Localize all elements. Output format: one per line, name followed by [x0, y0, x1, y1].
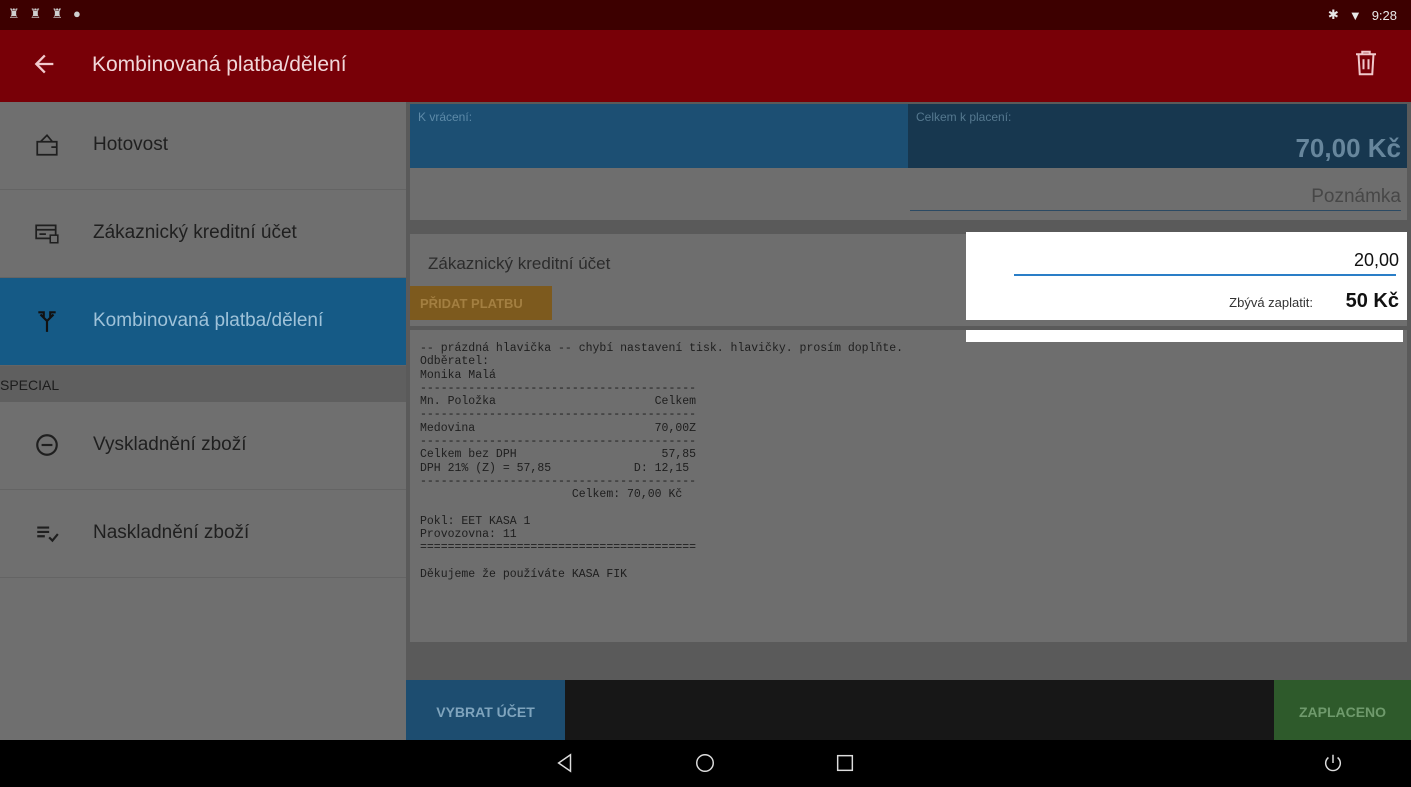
app-bar: Kombinovaná platba/dělení: [0, 30, 1411, 102]
android-icon: ●: [72, 6, 81, 21]
wifi-icon: ▼: [1348, 7, 1362, 23]
sidebar-item-hotovost[interactable]: Hotovost: [0, 102, 406, 190]
sidebar-item-label: Zákaznický kreditní účet: [93, 222, 297, 243]
total-value: 70,00 Kč: [1295, 133, 1401, 163]
section-header-label: SPECIAL: [0, 377, 60, 393]
notification-icon: ♜: [8, 6, 20, 21]
amount-underline: [1014, 274, 1396, 276]
home-nav-icon[interactable]: [694, 752, 718, 776]
receipt-preview: -- prázdná hlavička -- chybí nastavení t…: [410, 330, 1407, 642]
sidebar: Hotovost Zákaznický kreditní účet Kombin…: [0, 102, 406, 740]
trash-icon[interactable]: [1351, 48, 1387, 84]
remaining-label: Zbývá zaplatit:: [1229, 295, 1313, 310]
amount-input[interactable]: 20,00: [1354, 250, 1399, 271]
summary-card: K vrácení: Celkem k placení: 70,00 Kč Po…: [410, 104, 1407, 220]
power-icon[interactable]: [1322, 752, 1346, 776]
notification-icons: ♜ ♜ ♜ ●: [8, 6, 81, 22]
bottom-action-bar: VYBRAT ÚČET ZAPLACENO: [406, 680, 1411, 740]
back-nav-icon[interactable]: [554, 752, 578, 776]
sidebar-item-label: Vyskladnění zboží: [93, 434, 247, 455]
sidebar-item-credit-account[interactable]: Zákaznický kreditní účet: [0, 190, 406, 278]
bluetooth-icon: ✱: [1327, 7, 1339, 22]
note-input[interactable]: Poznámka: [1311, 186, 1401, 208]
select-account-button[interactable]: VYBRAT ÚČET: [406, 680, 565, 740]
paid-button[interactable]: ZAPLACENO: [1274, 680, 1411, 740]
clock: 9:28: [1371, 7, 1397, 23]
sidebar-item-label: Hotovost: [93, 134, 168, 155]
receipt-text: -- prázdná hlavička -- chybí nastavení t…: [420, 342, 904, 582]
payment-card: Zákaznický kreditní účet PŘIDAT PLATBU 2…: [410, 232, 1407, 326]
sidebar-item-label: Kombinovaná platba/dělení: [93, 310, 324, 331]
navigation-bar: [0, 740, 1411, 787]
system-icons: ✱ ▼ 9:28: [1328, 7, 1397, 23]
payment-method-label: Zákaznický kreditní účet: [428, 254, 611, 273]
wallet-icon: [34, 132, 62, 160]
section-header: SPECIAL: [0, 366, 406, 402]
remaining-value: 50 Kč: [1345, 290, 1399, 312]
total-panel: Celkem k placení: 70,00 Kč: [908, 104, 1407, 168]
add-payment-button[interactable]: PŘIDAT PLATBU: [410, 286, 552, 320]
change-due-panel: K vrácení:: [410, 104, 908, 168]
note-underline: [910, 210, 1401, 211]
notification-icon: ♜: [29, 6, 42, 21]
page-title: Kombinovaná platba/dělení: [92, 53, 347, 76]
amount-panel-shadow: [966, 330, 1403, 342]
split-arrows-icon: [34, 308, 62, 336]
sidebar-item-naskladneni[interactable]: Naskladnění zboží: [0, 490, 406, 578]
change-due-label: K vrácení:: [418, 110, 473, 124]
playlist-check-icon: [34, 520, 62, 548]
total-label: Celkem k placení:: [916, 110, 1012, 124]
sidebar-item-combined-payment[interactable]: Kombinovaná platba/dělení: [0, 278, 406, 366]
notification-icon: ♜: [51, 6, 63, 21]
main-content: K vrácení: Celkem k placení: 70,00 Kč Po…: [406, 102, 1411, 740]
sidebar-item-vyskladneni[interactable]: Vyskladnění zboží: [0, 402, 406, 490]
sidebar-item-label: Naskladnění zboží: [93, 522, 250, 543]
minus-circle-icon: [34, 432, 62, 460]
status-bar: ♜ ♜ ♜ ● ✱ ▼ 9:28: [0, 0, 1411, 30]
credit-card-lock-icon: [34, 220, 62, 248]
amount-panel: 20,00 Zbývá zaplatit: 50 Kč: [966, 232, 1407, 320]
back-arrow-icon[interactable]: [30, 50, 62, 82]
recents-nav-icon[interactable]: [834, 752, 858, 776]
